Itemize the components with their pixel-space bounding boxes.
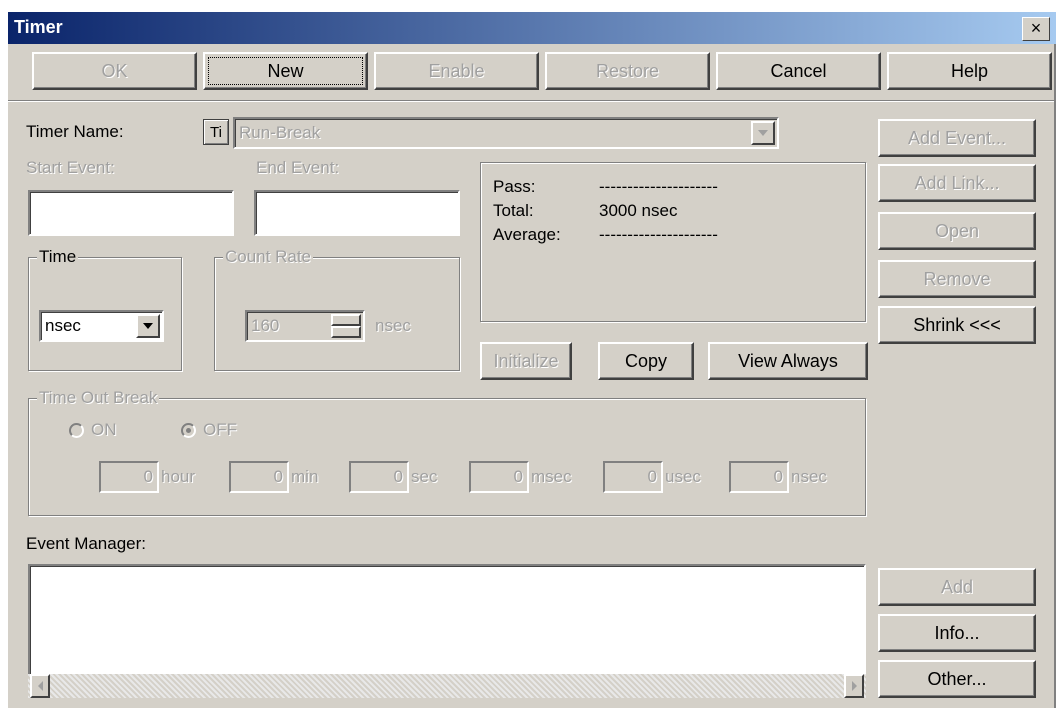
timer-name-value: Run-Break bbox=[239, 123, 321, 142]
arrow-left-icon bbox=[37, 681, 43, 691]
scroll-right-button[interactable] bbox=[844, 674, 864, 698]
timer-stats-panel: Pass: --------------------- Total: 3000 … bbox=[480, 162, 866, 322]
timeout-on-radio[interactable] bbox=[69, 423, 84, 438]
ok-button[interactable]: OK bbox=[32, 52, 197, 90]
time-group: Time nsec bbox=[28, 247, 182, 371]
total-label: Total: bbox=[493, 201, 534, 220]
timer-name-dropdown-arrow[interactable] bbox=[751, 121, 775, 145]
info-button[interactable]: Info... bbox=[878, 614, 1036, 652]
timer-name-combo[interactable]: Run-Break bbox=[233, 117, 779, 149]
event-manager-hscrollbar[interactable] bbox=[28, 674, 866, 698]
timeout-nsec-field[interactable]: 0 bbox=[729, 461, 789, 493]
restore-button[interactable]: Restore bbox=[545, 52, 710, 90]
spin-down-button[interactable] bbox=[331, 326, 361, 338]
timer-icon: Ti bbox=[203, 119, 229, 145]
total-value: 3000 nsec bbox=[599, 201, 678, 220]
timeout-msec-field[interactable]: 0 bbox=[469, 461, 529, 493]
timeout-hour-unit: hour bbox=[161, 467, 196, 486]
average-label: Average: bbox=[493, 225, 561, 244]
add-link-button[interactable]: Add Link... bbox=[878, 164, 1036, 202]
help-button[interactable]: Help bbox=[887, 52, 1052, 90]
timeout-min-field[interactable]: 0 bbox=[229, 461, 289, 493]
view-always-button[interactable]: View Always bbox=[708, 342, 868, 380]
chevron-down-icon bbox=[143, 323, 153, 329]
count-rate-unit: nsec bbox=[375, 316, 411, 335]
timer-dialog: Timer × OK New Enable Restore Cancel Hel… bbox=[8, 12, 1056, 708]
toolbar-separator bbox=[8, 100, 1054, 102]
pass-value: --------------------- bbox=[599, 177, 718, 196]
time-group-label: Time bbox=[37, 247, 79, 267]
count-rate-spinner[interactable]: 160 bbox=[245, 310, 365, 342]
timeout-usec-unit: usec bbox=[665, 467, 701, 486]
new-button[interactable]: New bbox=[203, 52, 368, 90]
timeout-sec-unit: sec bbox=[411, 467, 438, 486]
cancel-button[interactable]: Cancel bbox=[716, 52, 881, 90]
scroll-left-button[interactable] bbox=[30, 674, 50, 698]
timeout-msec-unit: msec bbox=[531, 467, 572, 486]
add-event-button[interactable]: Add Event... bbox=[878, 119, 1036, 157]
arrow-right-icon bbox=[851, 681, 857, 691]
start-event-field[interactable] bbox=[28, 190, 234, 236]
end-event-field[interactable] bbox=[254, 190, 460, 236]
timeout-nsec-unit: nsec bbox=[791, 467, 827, 486]
copy-button[interactable]: Copy bbox=[598, 342, 694, 380]
timeout-break-label: Time Out Break bbox=[37, 388, 160, 408]
timeout-usec-field[interactable]: 0 bbox=[603, 461, 663, 493]
timeout-on-label: ON bbox=[91, 420, 117, 439]
event-manager-label: Event Manager: bbox=[26, 534, 147, 553]
timeout-min-unit: min bbox=[291, 467, 319, 486]
time-unit-value: nsec bbox=[45, 316, 81, 335]
timeout-sec-field[interactable]: 0 bbox=[349, 461, 409, 493]
chevron-down-icon bbox=[758, 130, 768, 136]
count-rate-value: 160 bbox=[251, 316, 280, 335]
average-value: --------------------- bbox=[599, 225, 718, 244]
add-button[interactable]: Add bbox=[878, 568, 1036, 606]
time-unit-select[interactable]: nsec bbox=[39, 310, 164, 342]
pass-label: Pass: bbox=[493, 177, 536, 196]
count-rate-group: Count Rate 160 nsec bbox=[214, 247, 460, 371]
title-bar[interactable]: Timer × bbox=[8, 12, 1056, 44]
end-event-label: End Event: bbox=[256, 158, 340, 177]
start-event-label: Start Event: bbox=[26, 158, 115, 177]
open-button[interactable]: Open bbox=[878, 212, 1036, 250]
timeout-off-radio[interactable] bbox=[181, 423, 196, 438]
timeout-break-group: Time Out Break ON OFF 0 hour 0 min 0 sec… bbox=[28, 388, 866, 516]
time-unit-dropdown-arrow[interactable] bbox=[136, 314, 160, 338]
timeout-hour-field[interactable]: 0 bbox=[99, 461, 159, 493]
shrink-button[interactable]: Shrink <<< bbox=[878, 306, 1036, 344]
count-rate-label: Count Rate bbox=[223, 247, 313, 267]
timeout-off-label: OFF bbox=[203, 420, 237, 439]
timer-name-label: Timer Name: bbox=[26, 122, 124, 141]
other-button[interactable]: Other... bbox=[878, 660, 1036, 698]
spin-up-button[interactable] bbox=[331, 314, 361, 326]
close-button[interactable]: × bbox=[1022, 17, 1050, 41]
enable-button[interactable]: Enable bbox=[374, 52, 539, 90]
initialize-button[interactable]: Initialize bbox=[480, 342, 572, 380]
window-title: Timer bbox=[14, 17, 63, 37]
remove-button[interactable]: Remove bbox=[878, 260, 1036, 298]
